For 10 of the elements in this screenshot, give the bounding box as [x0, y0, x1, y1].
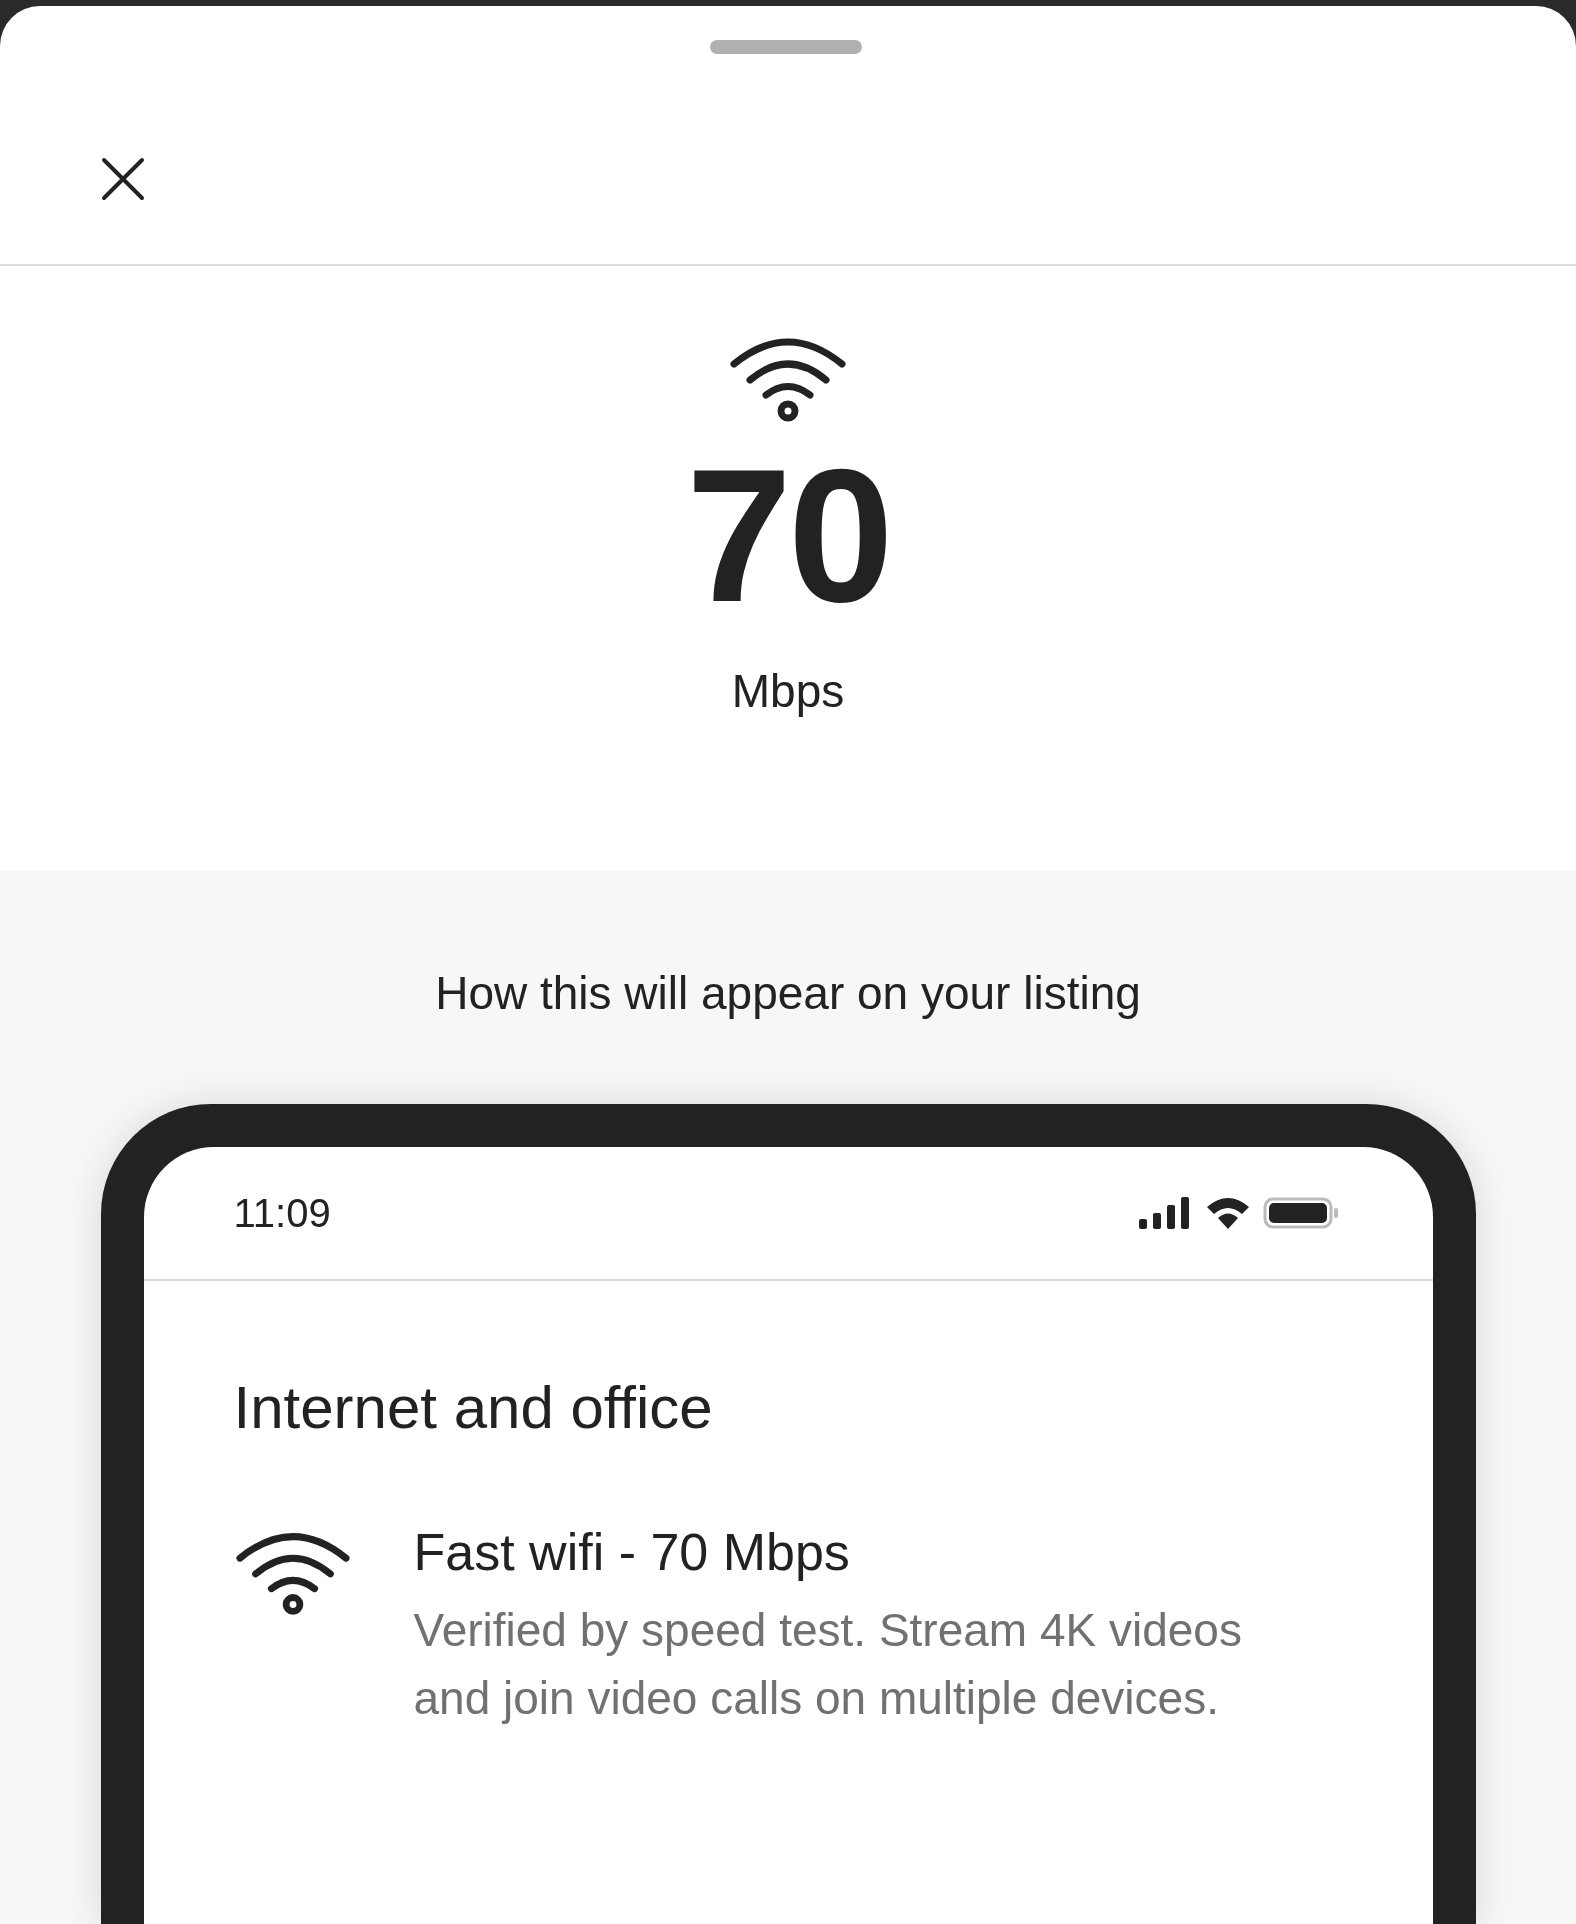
section-title: Internet and office — [233, 1373, 714, 1442]
preview-heading: How this will appear on your listing — [435, 966, 1141, 1020]
speed-unit: Mbps — [731, 664, 845, 718]
amenity-title: Fast wifi - 70 Mbps — [413, 1522, 851, 1582]
drag-handle[interactable] — [710, 40, 862, 54]
status-time: 11:09 — [233, 1190, 331, 1236]
amenity-description: Verified by speed test. Stream 4K videos and join video calls on multiple devices. — [413, 1603, 1243, 1726]
close-icon — [100, 156, 146, 202]
speed-value: 70 — [686, 440, 890, 630]
battery-icon — [1262, 1195, 1341, 1231]
